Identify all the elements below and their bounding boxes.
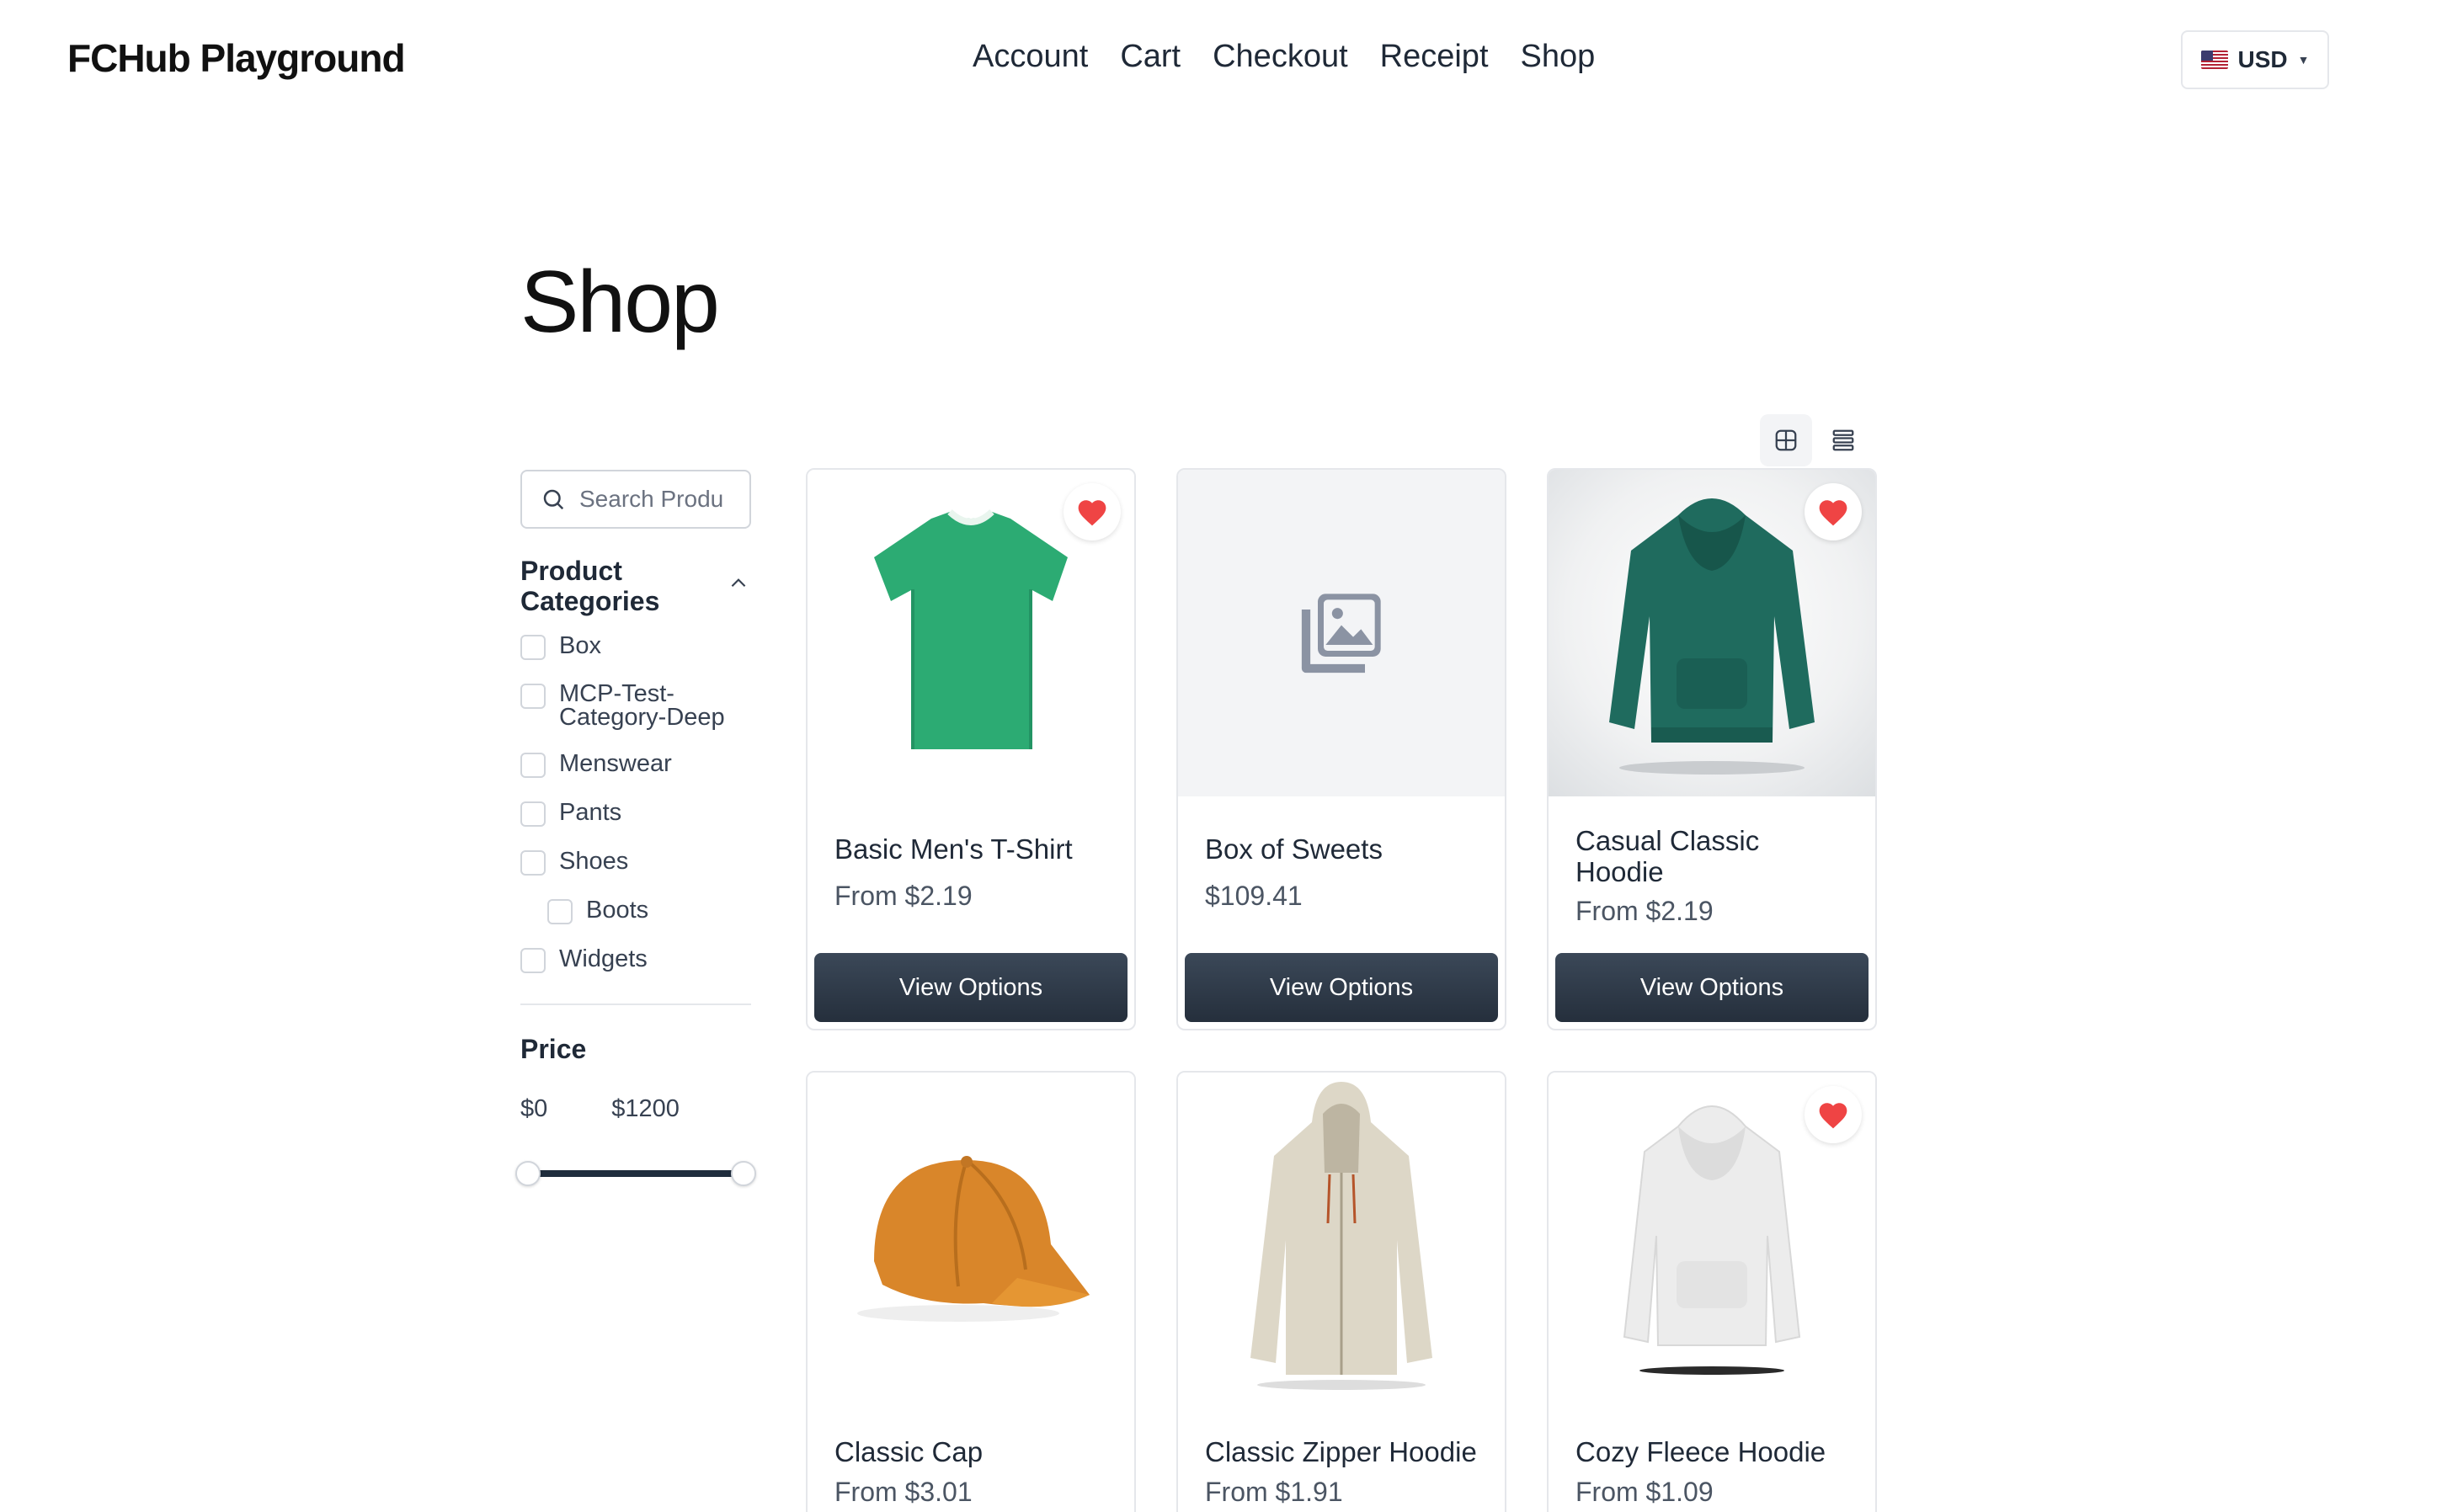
product-search[interactable] bbox=[520, 470, 751, 529]
checkbox[interactable] bbox=[520, 635, 546, 660]
gallery-placeholder-icon bbox=[1301, 594, 1381, 673]
slider-min-handle[interactable] bbox=[515, 1161, 541, 1186]
grid-view-button[interactable] bbox=[1760, 414, 1812, 466]
heart-icon bbox=[1078, 500, 1106, 526]
product-name[interactable]: Box of Sweets bbox=[1205, 833, 1483, 865]
price-slider[interactable] bbox=[515, 1160, 756, 1186]
product-name[interactable]: Basic Men's T-Shirt bbox=[834, 833, 1112, 865]
product-price: $109.41 bbox=[1205, 881, 1303, 911]
currency-selector[interactable]: USD ▼ bbox=[2181, 30, 2329, 89]
chevron-up-icon bbox=[731, 578, 746, 588]
heart-icon bbox=[1819, 500, 1847, 526]
hoodie-image bbox=[1609, 498, 1815, 775]
product-name[interactable]: Classic Cap bbox=[834, 1436, 1112, 1467]
slider-max-handle[interactable] bbox=[731, 1161, 756, 1186]
favorite-button[interactable] bbox=[1805, 483, 1862, 540]
favorite-button[interactable] bbox=[1064, 483, 1121, 540]
chevron-down-icon: ▼ bbox=[2297, 53, 2310, 67]
page-title: Shop bbox=[520, 253, 720, 351]
price-range-values: $0 $1200 bbox=[520, 1095, 751, 1123]
view-options-button[interactable]: View Options bbox=[1555, 953, 1869, 1022]
grid-icon bbox=[1775, 429, 1797, 451]
price-title: Price bbox=[520, 1034, 587, 1064]
category-label: Widgets bbox=[559, 945, 648, 972]
product-image[interactable] bbox=[808, 1073, 1134, 1399]
category-pants[interactable]: Pants bbox=[520, 800, 751, 827]
category-label: Pants bbox=[559, 799, 622, 826]
product-card[interactable]: Basic Men's T-Shirt From $2.19 View Opti… bbox=[806, 468, 1136, 1030]
category-label: Box bbox=[559, 632, 601, 659]
category-label: MCP-Test-Category-Deep bbox=[559, 680, 725, 731]
product-card[interactable]: Classic Zipper Hoodie From $1.91 bbox=[1176, 1071, 1506, 1512]
checkbox[interactable] bbox=[547, 899, 573, 924]
checkbox[interactable] bbox=[520, 684, 546, 709]
list-view-button[interactable] bbox=[1817, 414, 1869, 466]
product-card[interactable]: Casual Classic Hoodie From $2.19 View Op… bbox=[1547, 468, 1877, 1030]
product-name[interactable]: Classic Zipper Hoodie bbox=[1205, 1436, 1483, 1467]
category-label: Menswear bbox=[559, 750, 672, 777]
search-icon bbox=[543, 489, 564, 510]
price-max: $1200 bbox=[611, 1095, 680, 1122]
category-box[interactable]: Box bbox=[520, 633, 751, 660]
view-toggle bbox=[1760, 414, 1869, 466]
cap-image bbox=[857, 1156, 1090, 1322]
us-flag-icon bbox=[2200, 51, 2228, 69]
nav-cart[interactable]: Cart bbox=[1120, 39, 1181, 75]
top-header: FCHub Playground Account Cart Checkout R… bbox=[0, 0, 2447, 118]
category-boots[interactable]: Boots bbox=[520, 897, 751, 924]
main-nav: Account Cart Checkout Receipt Shop bbox=[973, 39, 1595, 75]
price-min: $0 bbox=[520, 1095, 548, 1122]
checkbox[interactable] bbox=[520, 801, 546, 827]
checkbox[interactable] bbox=[520, 948, 546, 973]
checkbox[interactable] bbox=[520, 753, 546, 778]
category-list: Box MCP-Test-Category-Deep Menswear Pant… bbox=[520, 633, 751, 973]
zipper-hoodie-image bbox=[1250, 1082, 1432, 1390]
view-options-button[interactable]: View Options bbox=[814, 953, 1128, 1022]
category-label: Boots bbox=[586, 897, 649, 924]
product-name[interactable]: Casual Classic Hoodie bbox=[1575, 825, 1853, 887]
fleece-hoodie-image bbox=[1623, 1105, 1801, 1375]
product-card[interactable]: Box of Sweets $109.41 View Options bbox=[1176, 468, 1506, 1030]
checkbox[interactable] bbox=[520, 850, 546, 876]
product-card[interactable]: Cozy Fleece Hoodie From $1.09 bbox=[1547, 1071, 1877, 1512]
product-price: From $1.91 bbox=[1205, 1477, 1343, 1507]
category-widgets[interactable]: Widgets bbox=[520, 946, 751, 973]
sidebar-divider bbox=[520, 1004, 751, 1005]
tshirt-image bbox=[874, 508, 1068, 749]
nav-checkout[interactable]: Checkout bbox=[1213, 39, 1348, 75]
nav-shop[interactable]: Shop bbox=[1521, 39, 1596, 75]
product-name[interactable]: Cozy Fleece Hoodie bbox=[1575, 1436, 1853, 1467]
categories-toggle[interactable]: Product Categories bbox=[520, 556, 751, 616]
product-image[interactable] bbox=[1178, 470, 1505, 796]
brand-logo[interactable]: FCHub Playground bbox=[67, 35, 406, 81]
categories-title: Product Categories bbox=[520, 556, 660, 616]
heart-icon bbox=[1819, 1103, 1847, 1129]
product-image[interactable] bbox=[1549, 470, 1875, 796]
product-card[interactable]: Classic Cap From $3.01 bbox=[806, 1071, 1136, 1512]
category-menswear[interactable]: Menswear bbox=[520, 751, 751, 778]
view-options-button[interactable]: View Options bbox=[1185, 953, 1498, 1022]
slider-fill bbox=[524, 1170, 748, 1177]
product-image[interactable] bbox=[808, 470, 1134, 796]
favorite-button[interactable] bbox=[1805, 1086, 1862, 1143]
currency-code: USD bbox=[2237, 46, 2288, 72]
product-image[interactable] bbox=[1178, 1073, 1505, 1399]
product-price: From $2.19 bbox=[834, 881, 973, 911]
product-price: From $2.19 bbox=[1575, 896, 1714, 926]
category-mcp-test[interactable]: MCP-Test-Category-Deep bbox=[520, 680, 751, 731]
product-image[interactable] bbox=[1549, 1073, 1875, 1399]
nav-receipt[interactable]: Receipt bbox=[1380, 39, 1489, 75]
list-icon bbox=[1832, 429, 1854, 451]
category-label: Shoes bbox=[559, 848, 629, 875]
filter-sidebar: Product Categories Box MCP-Test-Category… bbox=[515, 470, 756, 1186]
search-input[interactable] bbox=[579, 486, 739, 513]
product-price: From $3.01 bbox=[834, 1477, 973, 1507]
product-price: From $1.09 bbox=[1575, 1477, 1714, 1507]
category-shoes[interactable]: Shoes bbox=[520, 849, 751, 876]
nav-account[interactable]: Account bbox=[973, 39, 1088, 75]
